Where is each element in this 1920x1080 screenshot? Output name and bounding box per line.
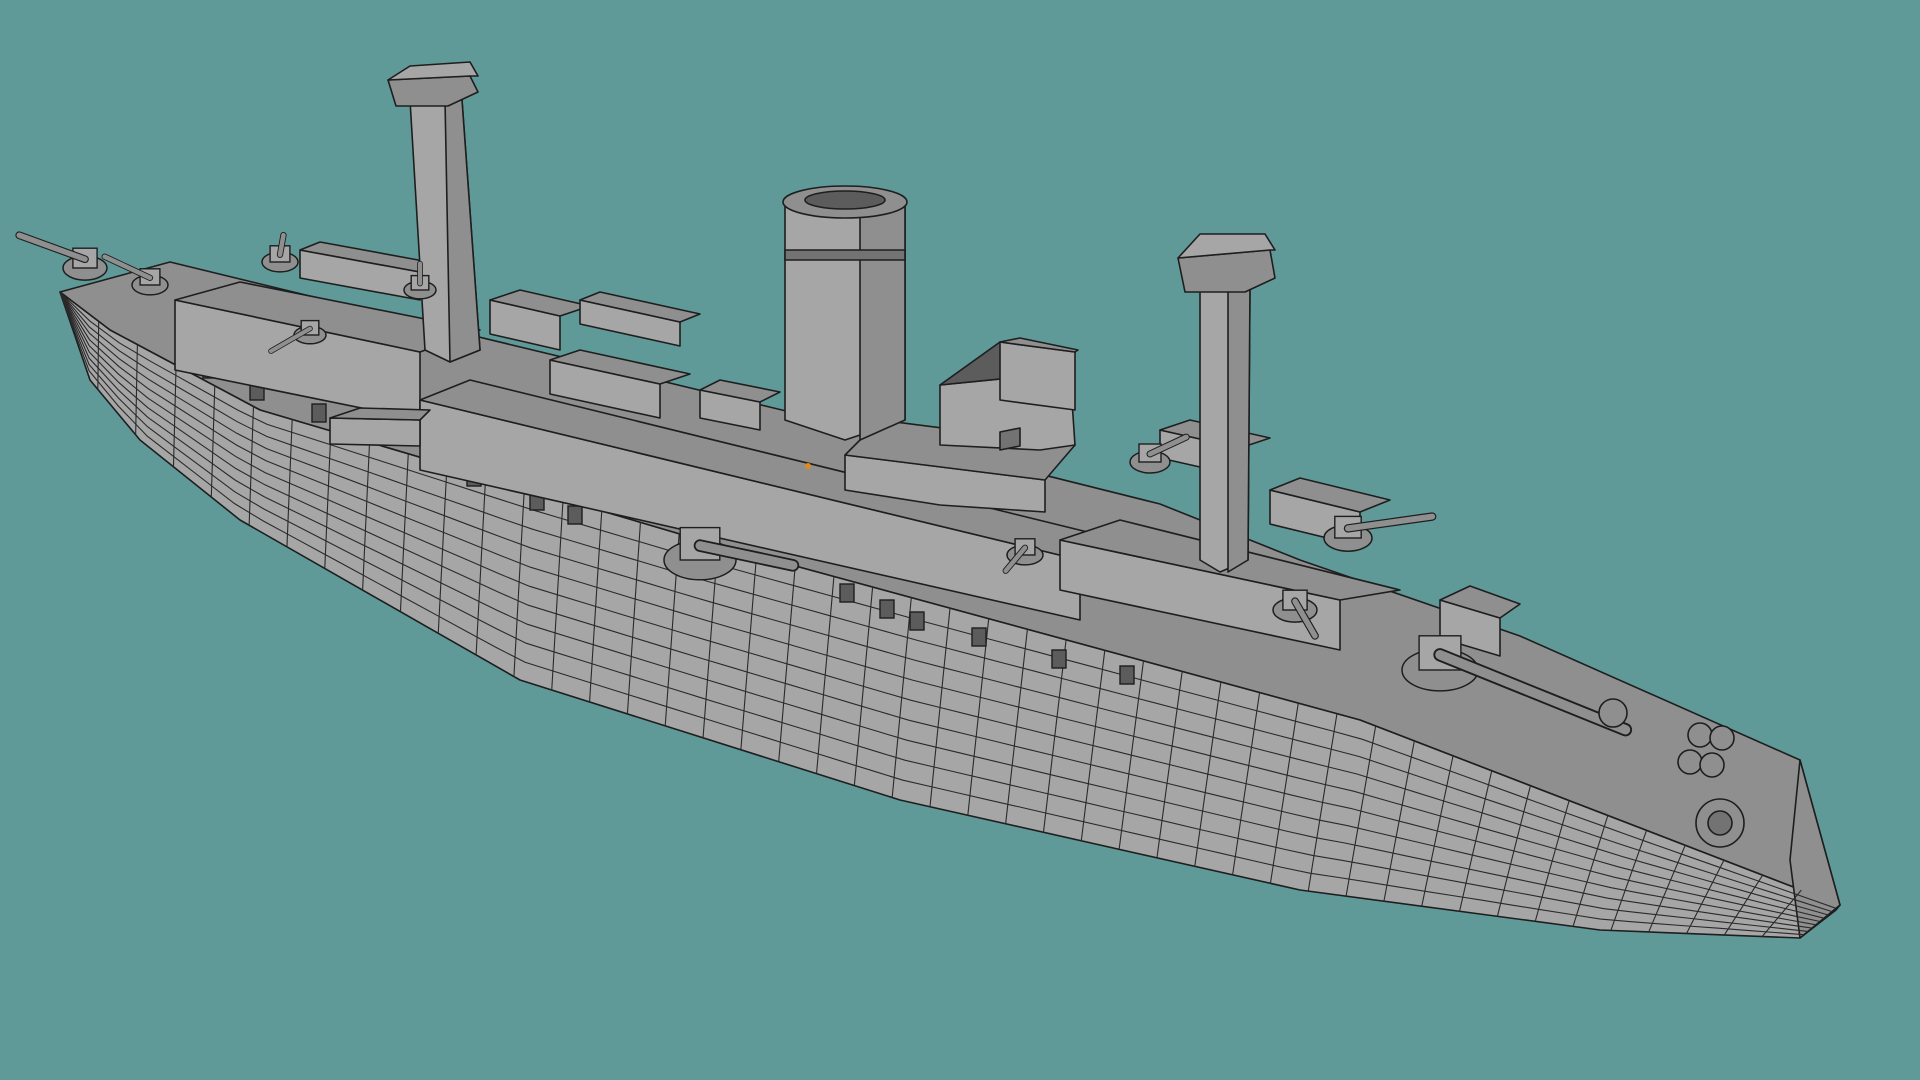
porthole bbox=[1051, 649, 1067, 669]
porthole bbox=[567, 505, 583, 525]
porthole bbox=[839, 583, 855, 603]
porthole bbox=[971, 627, 987, 647]
ship-model-scene[interactable] bbox=[0, 0, 1920, 1080]
porthole bbox=[879, 599, 895, 619]
porthole bbox=[1119, 665, 1135, 685]
porthole bbox=[909, 611, 925, 631]
object-origin-point[interactable] bbox=[805, 463, 811, 469]
porthole bbox=[311, 403, 327, 423]
3d-viewport[interactable] bbox=[0, 0, 1920, 1080]
funnel-main bbox=[782, 185, 908, 441]
